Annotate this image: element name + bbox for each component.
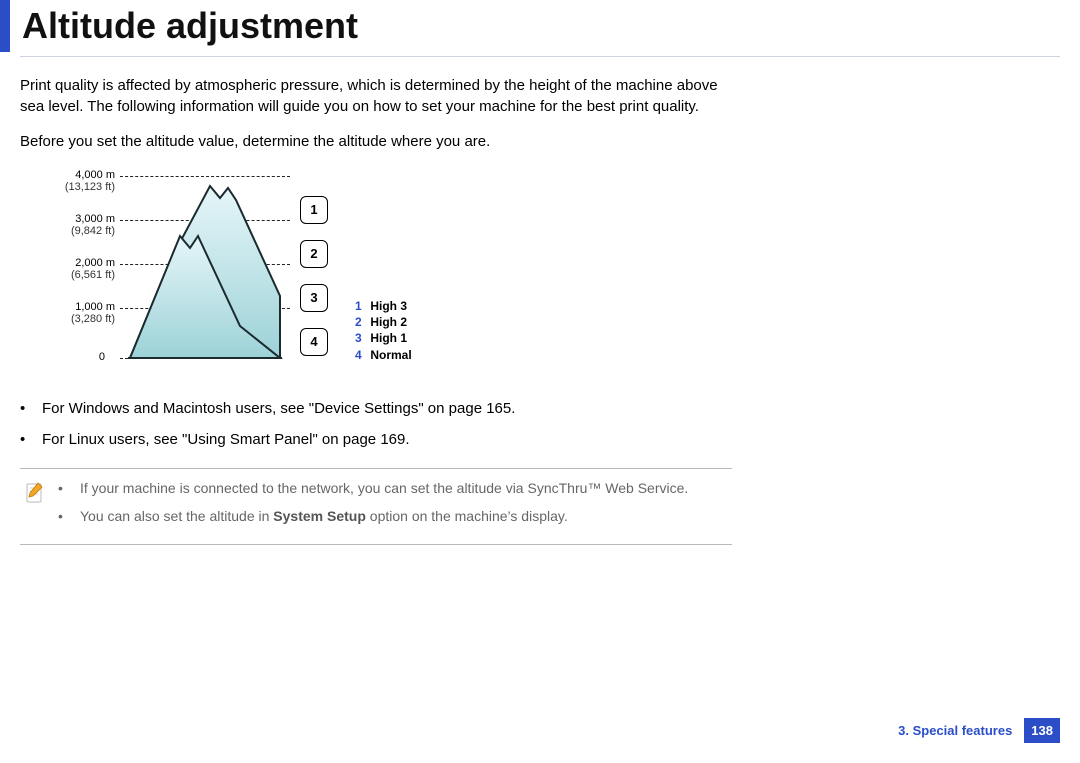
reference-item: • For Linux users, see "Using Smart Pane…	[20, 429, 740, 450]
reference-text: For Linux users, see "Using Smart Panel"…	[42, 429, 410, 450]
zone-box-2: 2	[300, 240, 328, 268]
page-footer: 3. Special features 138	[898, 718, 1060, 743]
zone-box-3: 3	[300, 284, 328, 312]
note-list: • If your machine is connected to the ne…	[58, 479, 688, 534]
reference-item: • For Windows and Macintosh users, see "…	[20, 398, 740, 419]
zone-box-4: 4	[300, 328, 328, 356]
legend-label: High 2	[370, 315, 407, 329]
altitude-meters: 3,000 m	[75, 213, 115, 225]
altitude-label-4000: 4,000 m (13,123 ft)	[65, 170, 115, 193]
altitude-meters: 4,000 m	[75, 169, 115, 181]
note-callout: • If your machine is connected to the ne…	[20, 468, 732, 545]
bullet-icon: •	[58, 479, 80, 499]
diagram-legend: 1 High 3 2 High 2 3 High 1 4 Normal	[355, 298, 412, 363]
legend-num: 1	[355, 298, 367, 314]
intro-paragraph-1: Print quality is affected by atmospheric…	[20, 75, 740, 117]
bullet-icon: •	[20, 398, 42, 419]
reference-list: • For Windows and Macintosh users, see "…	[20, 398, 740, 450]
bullet-icon: •	[20, 429, 42, 450]
mountain-icon	[120, 166, 290, 366]
altitude-label-2000: 2,000 m (6,561 ft)	[71, 258, 115, 281]
altitude-feet: (6,561 ft)	[71, 269, 115, 281]
note-item: • If your machine is connected to the ne…	[58, 479, 688, 499]
note-item: • You can also set the altitude in Syste…	[58, 507, 688, 527]
bullet-icon: •	[58, 507, 80, 527]
legend-num: 3	[355, 330, 367, 346]
legend-row: 2 High 2	[355, 314, 412, 330]
zone-box-1: 1	[300, 196, 328, 224]
note-text: If your machine is connected to the netw…	[80, 479, 688, 499]
legend-label: Normal	[370, 348, 411, 362]
altitude-feet: (3,280 ft)	[71, 313, 115, 325]
legend-row: 1 High 3	[355, 298, 412, 314]
legend-row: 3 High 1	[355, 330, 412, 346]
note-pencil-icon	[26, 481, 44, 503]
reference-text: For Windows and Macintosh users, see "De…	[42, 398, 515, 419]
page-number: 138	[1024, 718, 1060, 743]
altitude-diagram: 4,000 m (13,123 ft) 3,000 m (9,842 ft) 2…	[20, 166, 450, 386]
altitude-feet: (9,842 ft)	[71, 225, 115, 237]
title-rule	[20, 56, 1060, 57]
altitude-meters: 2,000 m	[75, 257, 115, 269]
altitude-label-0: 0	[99, 352, 105, 364]
altitude-feet: (13,123 ft)	[65, 181, 115, 193]
altitude-label-3000: 3,000 m (9,842 ft)	[71, 214, 115, 237]
legend-num: 2	[355, 314, 367, 330]
page-title: Altitude adjustment	[10, 0, 358, 52]
intro-paragraph-2: Before you set the altitude value, deter…	[20, 131, 740, 152]
altitude-meters: 1,000 m	[75, 301, 115, 313]
altitude-label-1000: 1,000 m (3,280 ft)	[71, 302, 115, 325]
legend-num: 4	[355, 347, 367, 363]
altitude-meters: 0	[99, 351, 105, 363]
legend-label: High 3	[370, 299, 407, 313]
legend-row: 4 Normal	[355, 347, 412, 363]
note-text: You can also set the altitude in System …	[80, 507, 568, 527]
footer-section-label: 3. Special features	[898, 723, 1012, 738]
title-accent-bar	[0, 0, 10, 52]
legend-label: High 1	[370, 331, 407, 345]
title-row: Altitude adjustment	[0, 0, 1080, 52]
main-content: Print quality is affected by atmospheric…	[0, 75, 760, 545]
